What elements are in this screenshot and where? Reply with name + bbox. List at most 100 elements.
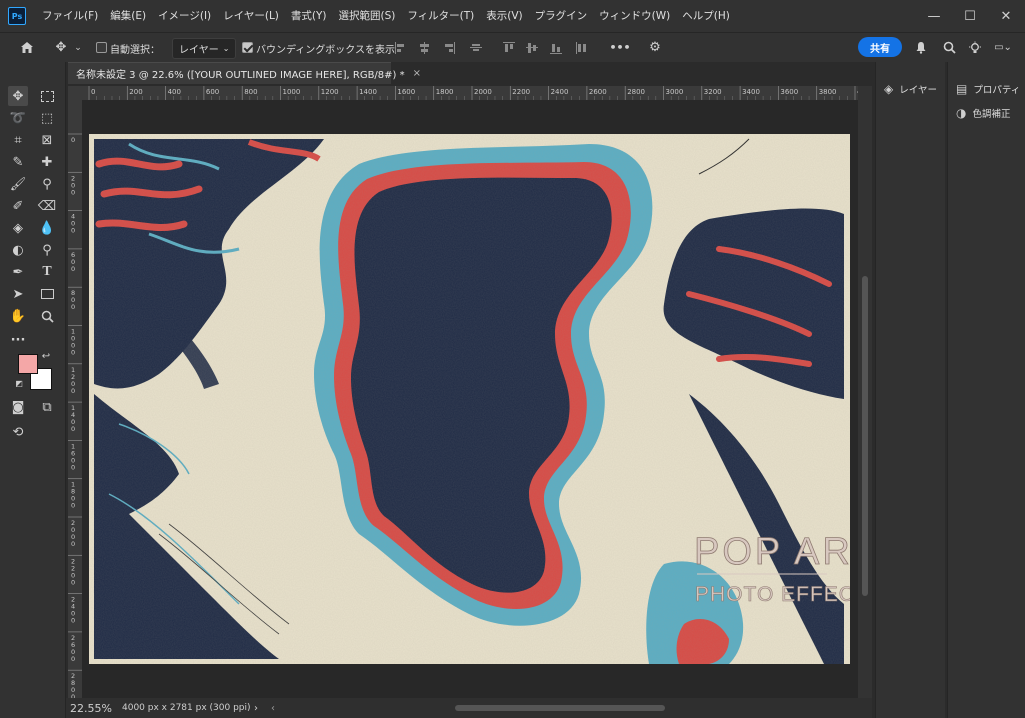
menu-image[interactable]: イメージ(I) [152,0,217,32]
menu-filter[interactable]: フィルター(T) [401,0,480,32]
object-select-tool[interactable]: ⬚ [37,108,57,128]
horizontal-ruler: 0 200 400 600 800 1000 1200 1400 1600 1800 2000 220… [86,86,858,100]
menu-help[interactable]: ヘルプ(H) [676,0,736,32]
menu-type[interactable]: 書式(Y) [285,0,333,32]
brush-tool[interactable]: 🖌 [8,174,28,194]
document-tab[interactable]: 名称未設定 3 @ 22.6% ([YOUR OUTLINED IMAGE HE… [68,62,421,84]
dodge-tool[interactable]: ◐ [8,240,28,260]
ruler-label: 1800 [436,88,454,96]
path-select-tool[interactable]: ➤ [8,284,28,304]
move-tool-icon[interactable]: ✥ [52,33,70,63]
auto-select-label: 自動選択： [110,45,160,56]
menu-bar: Ps ファイル(F) 編集(E) イメージ(I) レイヤー(L) 書式(Y) 選… [0,0,1025,32]
swap-colors-icon[interactable]: ↩ [40,350,52,362]
healing-brush-tool[interactable]: ✚ [37,152,57,172]
vertical-scrollbar[interactable] [858,86,872,698]
poster-subtitle: PHOTO EFFECT [695,583,850,606]
ruler-label: 2400 [551,88,569,96]
history-brush-tool[interactable]: ✐ [8,196,28,216]
horizontal-scrollbar[interactable] [280,704,840,712]
generative-icon[interactable]: ⟲ [8,422,28,442]
ruler-label: 1000 [283,88,301,96]
screen-mode-icon[interactable]: ⧉ [37,397,57,417]
pen-tool[interactable]: ✒ [8,262,28,282]
ruler-label: 0 [71,227,75,235]
ruler-label: 0 [71,425,75,433]
zoom-tool[interactable] [37,306,57,326]
ruler-label: 0 [71,303,75,311]
layers-panel-button[interactable]: ◈ レイヤー [884,82,937,96]
ruler-label: 0 [71,265,75,273]
burn-tool[interactable]: ⚲ [37,240,57,260]
more-options-button[interactable]: ••• [609,33,630,63]
share-button[interactable]: 共有 [858,37,902,57]
quick-mask-icon[interactable]: ◙ [8,397,28,417]
chevron-left-icon[interactable]: ‹ [271,703,275,714]
auto-select-target-value: レイヤー [179,45,219,56]
menu-select[interactable]: 選択範囲(S) [333,0,402,32]
type-tool[interactable]: T [37,262,57,282]
rectangle-tool[interactable] [37,284,57,304]
tools-panel: ✥ ➰ ⬚ ⌗ ⊠ ✎ ✚ 🖌 ⚲ ✐ ⌫ ◈ 💧 ◐ ⚲ ✒ T ➤ ✋ ··… [0,62,66,718]
menu-file[interactable]: ファイル(F) [36,0,104,32]
blur-tool[interactable]: 💧 [37,218,57,238]
close-tab-icon[interactable]: × [413,68,421,79]
chevron-right-icon[interactable]: › [254,703,258,714]
close-window-button[interactable]: ✕ [988,0,1024,32]
document-canvas[interactable]: POP ART PHOTO EFFECT [89,134,876,664]
default-colors-icon[interactable]: ◩ [14,378,24,388]
adjustments-panel-button[interactable]: ◑ 色調補正 [956,106,1011,120]
crop-tool[interactable]: ⌗ [8,130,28,150]
properties-panel-button[interactable]: ▤ プロパティ [956,82,1020,96]
hand-tool[interactable]: ✋ [8,306,28,326]
ruler-label: 2800 [627,88,645,96]
photoshop-logo: Ps [8,7,26,25]
move-tool[interactable]: ✥ [8,86,28,106]
ruler-label: 3400 [742,88,760,96]
distribute-icons-group[interactable] [502,41,592,55]
minimize-button[interactable]: — [916,0,952,32]
menu-view[interactable]: 表示(V) [480,0,528,32]
menu-window[interactable]: ウィンドウ(W) [593,0,676,32]
menu-plugins[interactable]: プラグイン [529,0,594,32]
ruler-label: 0 [71,387,75,395]
menu-edit[interactable]: 編集(E) [104,0,152,32]
edit-toolbar-icon[interactable]: ··· [8,330,28,350]
zoom-level[interactable]: 22.55% [70,702,112,715]
foreground-color-swatch[interactable] [18,354,38,374]
ruler-label: 0 [71,578,75,586]
search-icon[interactable] [940,33,958,63]
ruler-label: 400 [168,88,181,96]
marquee-tool[interactable] [37,86,57,106]
lightbulb-icon[interactable] [966,33,984,63]
document-title: 名称未設定 3 @ 22.6% ([YOUR OUTLINED IMAGE HE… [76,70,405,81]
align-icons-group[interactable] [394,41,484,55]
ruler-label: 1400 [359,88,377,96]
clone-stamp-tool[interactable]: ⚲ [37,174,57,194]
ruler-label: 0 [71,463,75,471]
home-icon[interactable] [18,33,36,63]
ruler-label: 800 [244,88,257,96]
workspace-icon[interactable]: ▭⌄ [992,33,1014,63]
chevron-down-icon[interactable]: ⌄ [72,33,84,63]
frame-tool[interactable]: ⊠ [37,130,57,150]
lasso-tool[interactable]: ➰ [8,108,28,128]
scrollbar-thumb[interactable] [455,705,665,711]
auto-select-checkbox[interactable] [96,42,107,53]
ruler-label: 0 [71,655,75,663]
auto-select-target-dropdown[interactable]: レイヤー ⌄ [172,38,237,59]
ruler-label: 2000 [474,88,492,96]
maximize-button[interactable]: ☐ [952,0,988,32]
chevron-down-icon: ⌄ [222,44,230,53]
ruler-label: 0 [71,502,75,510]
menu-layer[interactable]: レイヤー(L) [217,0,285,32]
gear-icon[interactable]: ⚙ [646,33,664,63]
eyedropper-tool[interactable]: ✎ [8,152,28,172]
ruler-label: 2200 [512,88,530,96]
scrollbar-thumb[interactable] [862,276,868,596]
paint-bucket-tool[interactable]: ◈ [8,218,28,238]
eraser-tool[interactable]: ⌫ [37,196,57,216]
bell-icon[interactable] [912,33,930,63]
ruler-label: 1600 [397,88,415,96]
bounding-box-checkbox[interactable] [242,42,253,53]
